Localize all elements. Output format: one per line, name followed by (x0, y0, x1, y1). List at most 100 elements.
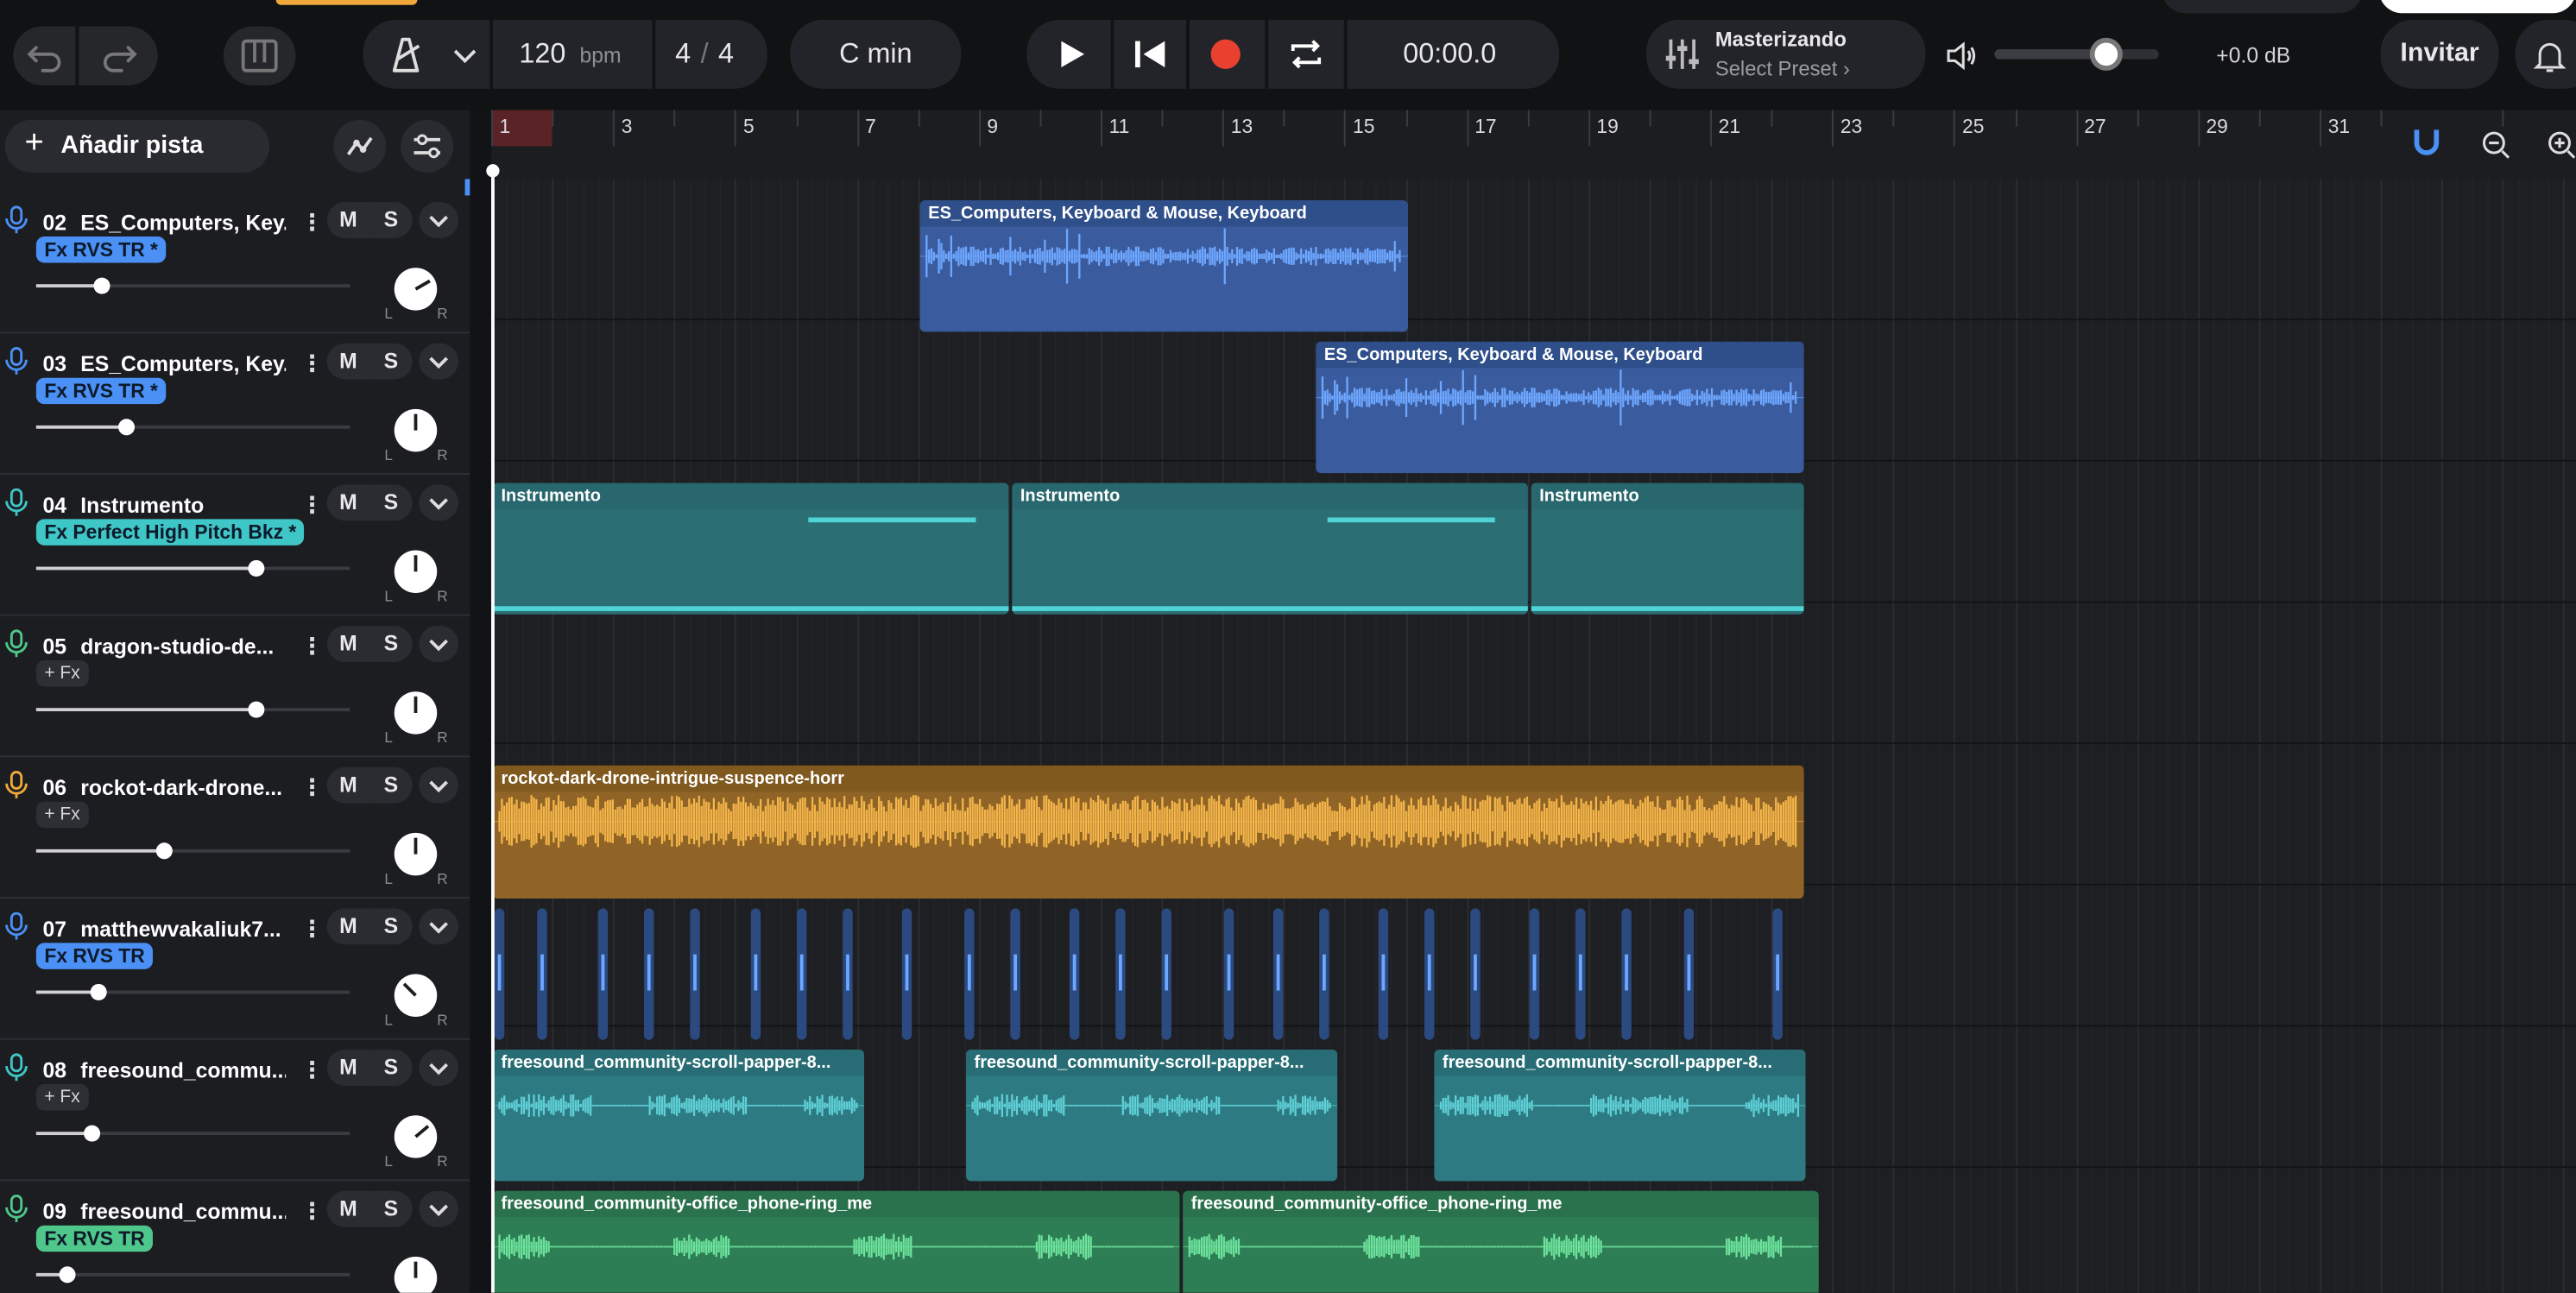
volume-slider-thumb[interactable] (59, 1266, 76, 1284)
more-options-icon[interactable]: ⋮ (300, 915, 324, 943)
undo-button[interactable] (13, 26, 76, 85)
invite-button[interactable]: Invitar (2380, 19, 2499, 89)
fx-badge[interactable]: Fx RVS TR * (35, 237, 167, 263)
expand-track-button[interactable] (419, 484, 458, 521)
midi-clip[interactable]: Instrumento (1012, 483, 1528, 615)
expand-track-button[interactable] (419, 626, 458, 662)
arrangement-lanes[interactable]: ES_Computers, Keyboard & Mouse, Keyboard… (491, 179, 2576, 1293)
key-selector[interactable]: C min (790, 19, 962, 89)
audio-clip[interactable] (901, 908, 912, 1040)
automation-button[interactable] (333, 119, 387, 173)
volume-slider-thumb[interactable] (91, 983, 108, 1000)
playhead[interactable] (486, 164, 500, 1293)
piano-keyboard-button[interactable] (223, 26, 296, 85)
playhead-handle[interactable] (486, 164, 500, 178)
lane-track-05[interactable] (491, 602, 2576, 745)
mastering-preset[interactable]: Select Preset › (1715, 58, 1850, 81)
tempo-field[interactable]: 120 bpm (519, 20, 621, 89)
record-button[interactable] (1193, 23, 1259, 85)
audio-clip[interactable] (1319, 908, 1329, 1040)
mute-button[interactable]: M (326, 908, 370, 945)
solo-button[interactable]: S (369, 626, 413, 662)
skip-to-start-button[interactable] (1117, 23, 1183, 85)
mute-button[interactable]: M (326, 626, 370, 662)
expand-track-button[interactable] (419, 202, 458, 238)
loop-button[interactable] (1272, 23, 1341, 85)
volume-slider-thumb[interactable] (93, 277, 110, 294)
audio-clip[interactable] (1424, 908, 1435, 1040)
expand-track-button[interactable] (419, 766, 458, 804)
pan-knob[interactable] (394, 832, 438, 876)
solo-button[interactable]: S (369, 343, 413, 380)
audio-clip[interactable] (690, 908, 700, 1040)
mute-button[interactable]: M (326, 1190, 370, 1227)
track-header[interactable]: 05 dragon-studio-de... ⋮ M S + Fx L R (0, 616, 470, 758)
audio-clip[interactable] (1010, 908, 1020, 1040)
mute-button[interactable]: M (326, 766, 370, 804)
solo-button[interactable]: S (369, 202, 413, 238)
expand-track-button[interactable] (419, 1190, 458, 1227)
audio-clip[interactable] (1378, 908, 1389, 1040)
audio-clip[interactable]: freesound_community-office_phone-ring_me (492, 1190, 1180, 1293)
volume-slider-thumb[interactable] (84, 1125, 101, 1142)
speaker-icon[interactable] (1941, 36, 1981, 76)
audio-clip[interactable] (494, 908, 505, 1040)
pan-knob[interactable] (394, 408, 438, 452)
audio-clip[interactable]: rockot-dark-drone-intrigue-suspence-horr (492, 765, 1804, 899)
audio-clip[interactable] (1115, 908, 1126, 1040)
more-options-icon[interactable]: ⋮ (300, 773, 324, 801)
audio-clip[interactable]: freesound_community-scroll-papper-8... (492, 1050, 865, 1182)
volume-slider-thumb[interactable] (156, 842, 174, 860)
expand-track-button[interactable] (419, 1050, 458, 1086)
more-options-icon[interactable]: ⋮ (300, 350, 324, 377)
zoom-in-button[interactable] (2536, 110, 2576, 180)
fx-badge[interactable]: Fx RVS TR (35, 943, 154, 969)
audio-clip[interactable] (1470, 908, 1481, 1040)
pan-knob[interactable] (394, 1115, 438, 1158)
more-options-icon[interactable]: ⋮ (300, 491, 324, 519)
track-name[interactable]: rockot-dark-drone... (80, 775, 286, 800)
scroll-indicator[interactable] (464, 179, 470, 196)
track-name[interactable]: freesound_commu... (80, 1199, 286, 1224)
track-header[interactable]: 08 freesound_commu... ⋮ M S + Fx L R (0, 1040, 470, 1182)
pan-knob[interactable] (394, 1256, 438, 1293)
more-options-icon[interactable]: ⋮ (300, 1197, 324, 1225)
audio-clip[interactable] (843, 908, 853, 1040)
zoom-out-button[interactable] (2471, 110, 2523, 180)
track-name[interactable]: freesound_commu... (80, 1058, 286, 1083)
add-fx-button[interactable]: + Fx (35, 1084, 89, 1111)
audio-clip[interactable]: freesound_community-scroll-papper-8... (1434, 1050, 1806, 1182)
more-options-icon[interactable]: ⋮ (300, 209, 324, 237)
audio-clip[interactable] (1069, 908, 1080, 1040)
volume-slider-thumb[interactable] (247, 559, 264, 577)
audio-clip[interactable]: ES_Computers, Keyboard & Mouse, Keyboard (919, 200, 1408, 332)
volume-slider[interactable] (35, 1272, 350, 1277)
audio-clip[interactable]: freesound_community-scroll-papper-8... (966, 1050, 1338, 1182)
audio-clip[interactable] (1223, 908, 1234, 1040)
track-header[interactable]: 09 freesound_commu... ⋮ M S Fx RVS TR L … (0, 1181, 470, 1293)
mute-button[interactable]: M (326, 1050, 370, 1086)
fx-badge[interactable]: Fx Perfect High Pitch Bkz * (35, 519, 305, 546)
expand-track-button[interactable] (419, 908, 458, 945)
audio-clip[interactable] (1161, 908, 1171, 1040)
track-name[interactable]: dragon-studio-de... (80, 634, 286, 659)
audio-clip[interactable] (644, 908, 654, 1040)
midi-clip[interactable]: Instrumento (492, 483, 1009, 615)
track-header[interactable]: 02 ES_Computers, Key... ⋮ M S Fx RVS TR … (0, 192, 470, 334)
fx-badge[interactable]: Fx RVS TR * (35, 377, 167, 405)
pan-knob[interactable] (394, 550, 438, 594)
add-fx-button[interactable]: + Fx (35, 660, 89, 687)
mute-button[interactable]: M (326, 343, 370, 380)
lane-track-08[interactable]: freesound_community-scroll-papper-8... f… (491, 1026, 2576, 1182)
play-button[interactable] (1035, 23, 1108, 85)
audio-clip[interactable] (1683, 908, 1695, 1040)
audio-clip[interactable] (1772, 908, 1783, 1040)
track-name[interactable]: Instrumento (80, 493, 286, 518)
master-volume-thumb[interactable] (2089, 37, 2123, 71)
fx-badge[interactable]: Fx RVS TR (35, 1225, 154, 1252)
pan-knob[interactable] (394, 691, 438, 735)
track-name[interactable]: matthewvakaliuk7... (80, 917, 286, 942)
audio-clip[interactable]: ES_Computers, Keyboard & Mouse, Keyboard (1316, 341, 1804, 474)
time-signature[interactable]: 4 / 4 (675, 20, 734, 89)
track-settings-button[interactable] (401, 119, 454, 173)
